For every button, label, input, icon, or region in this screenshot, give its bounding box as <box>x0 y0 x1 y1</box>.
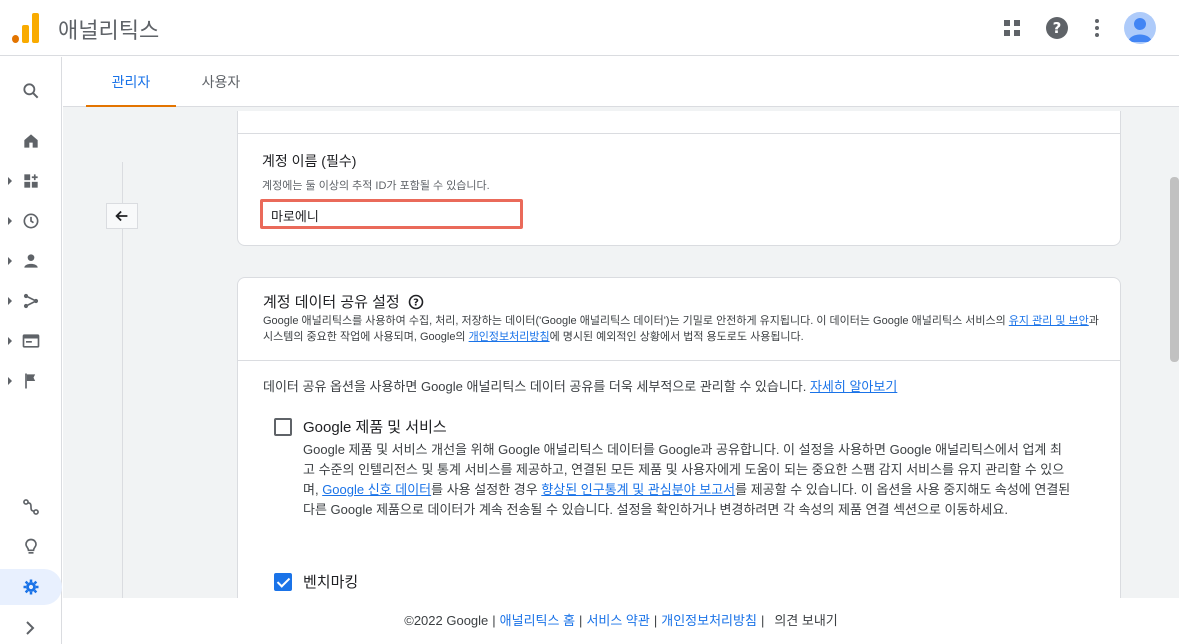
learn-more-link[interactable]: 자세히 알아보기 <box>810 379 897 394</box>
attribution-icon[interactable] <box>0 489 62 525</box>
svg-text:?: ? <box>1053 19 1062 37</box>
footer: ©2022 Google | 애널리틱스 홈 | 서비스 약관 | 개인정보처리방침 | 의견 … <box>63 598 1179 644</box>
top-app-bar: 애널리틱스 ? <box>0 0 1179 56</box>
sharing-intro: 데이터 공유 옵션을 사용하면 Google 애널리틱스 데이터 공유를 더욱 … <box>263 376 897 395</box>
google-signals-link[interactable]: Google 신호 데이터 <box>322 482 431 497</box>
copyright: ©2022 Google <box>404 613 489 628</box>
option-title: 벤치마킹 <box>303 574 359 591</box>
home-icon[interactable] <box>0 123 62 159</box>
feedback-link[interactable]: 의견 보내기 <box>774 613 837 628</box>
avatar[interactable] <box>1124 12 1156 44</box>
account-name-label: 계정 이름 (필수) <box>262 153 357 169</box>
help-icon[interactable]: ? <box>1045 16 1069 40</box>
clock-icon[interactable] <box>0 203 62 239</box>
admin-tabs: 관리자 사용자 <box>63 57 1179 108</box>
scrollbar-thumb[interactable] <box>1170 177 1179 362</box>
fork-icon[interactable] <box>0 283 62 319</box>
app-title: 애널리틱스 <box>58 18 160 43</box>
account-name-input[interactable]: 마로에니 <box>260 199 523 229</box>
dashboard-icon[interactable] <box>0 163 62 199</box>
apps-grid-icon[interactable] <box>1000 16 1024 40</box>
desc-text-1: Google 애널리틱스를 사용하여 수집, 처리, 저장하는 데이터('Goo… <box>263 315 1009 327</box>
person-icon[interactable] <box>0 243 62 279</box>
data-sharing-title: 계정 데이터 공유 설정 ? <box>263 291 424 312</box>
data-sharing-card: 계정 데이터 공유 설정 ? Google 애널리틱스를 사용하여 수집, 처리… <box>237 277 1121 598</box>
footer-link-analytics-home[interactable]: 애널리틱스 홈 <box>500 613 575 628</box>
search-icon[interactable] <box>0 73 62 109</box>
desc-text-3: 에 명시된 예외적인 상황에서 법적 용도로도 사용됩니다. <box>549 331 804 343</box>
footer-link-privacy[interactable]: 개인정보처리방침 <box>661 613 757 628</box>
lightbulb-icon[interactable] <box>0 529 62 565</box>
maintenance-security-link[interactable]: 유지 관리 및 보안 <box>1009 315 1089 327</box>
account-name-card: 계정 이름 (필수) 계정에는 둘 이상의 추적 ID가 포함될 수 있습니다.… <box>237 111 1121 246</box>
option-title: Google 제품 및 서비스 <box>303 419 447 436</box>
benchmarking-checkbox[interactable] <box>274 573 292 591</box>
main-content: 계정 이름 (필수) 계정에는 둘 이상의 추적 ID가 포함될 수 있습니다.… <box>63 107 1179 598</box>
more-vert-icon[interactable] <box>1085 16 1109 40</box>
tab-user[interactable]: 사용자 <box>186 57 256 107</box>
google-products-checkbox[interactable] <box>274 418 292 436</box>
option-desc-text-2: 를 사용 설정한 경우 <box>431 482 542 497</box>
account-name-hint: 계정에는 둘 이상의 추적 ID가 포함될 수 있습니다. <box>262 180 490 192</box>
option-description: Google 제품 및 서비스 개선을 위해 Google 애널리틱스 데이터를… <box>303 440 1073 520</box>
data-sharing-title-text: 계정 데이터 공유 설정 <box>263 294 400 311</box>
help-outline-icon[interactable]: ? <box>408 294 424 310</box>
svg-text:?: ? <box>413 297 419 308</box>
analytics-logo-icon[interactable] <box>12 13 40 43</box>
browser-window-icon[interactable] <box>0 323 62 359</box>
flag-icon[interactable] <box>0 363 62 399</box>
footer-link-terms[interactable]: 서비스 약관 <box>586 613 649 628</box>
gear-icon[interactable] <box>0 569 62 605</box>
left-nav-rail <box>0 57 62 644</box>
demographics-report-link[interactable]: 향상된 인구통계 및 관심분야 보고서 <box>541 482 735 497</box>
arrow-back-icon <box>115 210 128 222</box>
privacy-policy-link[interactable]: 개인정보처리방침 <box>469 331 550 343</box>
data-sharing-description: Google 애널리틱스를 사용하여 수집, 처리, 저장하는 데이터('Goo… <box>263 313 1103 345</box>
back-button[interactable] <box>106 203 138 229</box>
chevron-right-icon[interactable] <box>20 618 40 638</box>
tab-admin[interactable]: 관리자 <box>86 57 176 108</box>
intro-text: 데이터 공유 옵션을 사용하면 Google 애널리틱스 데이터 공유를 더욱 … <box>263 379 810 394</box>
